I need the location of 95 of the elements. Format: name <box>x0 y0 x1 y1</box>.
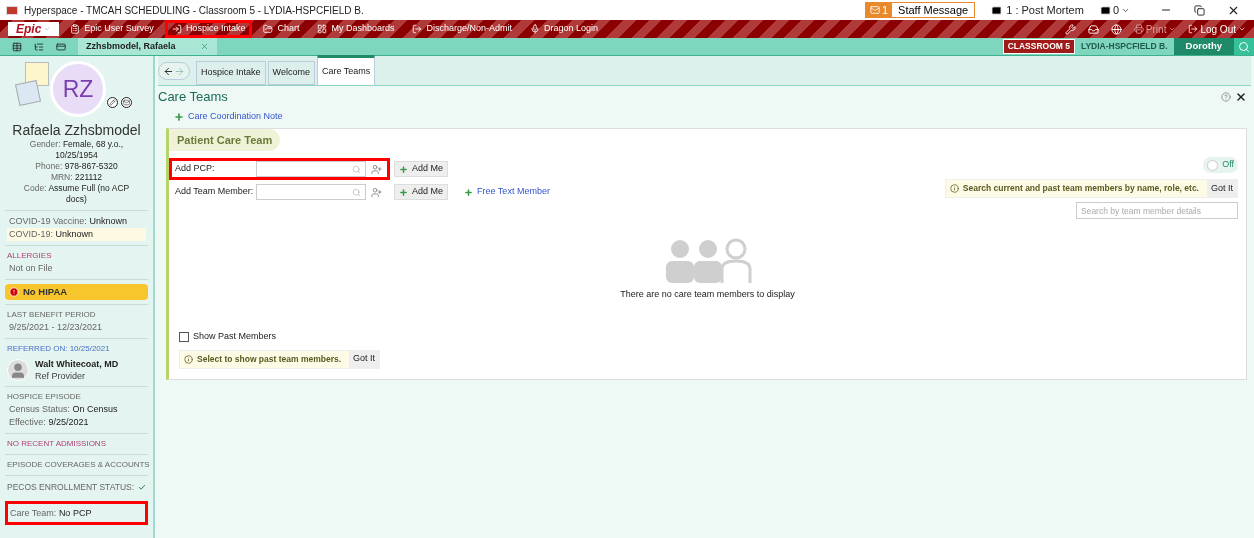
tip-text: Search current and past team members by name, role, etc. <box>949 182 1199 195</box>
enter-icon <box>171 24 182 34</box>
list-icon[interactable] <box>34 41 44 52</box>
message-dropdown[interactable]: 0 <box>1099 1 1130 19</box>
user-name: Dorothy <box>1173 38 1234 55</box>
table-icon[interactable] <box>12 41 22 52</box>
search-icon <box>352 187 361 197</box>
restore-icon[interactable] <box>1194 4 1205 16</box>
avatar-icon <box>7 359 29 381</box>
toolbar-button[interactable]: Discharge/Non-Admit <box>405 20 519 38</box>
window-title: Hyperspace - TMCAH SCHEDULING - Classroom 5 - LYDIA-HSPCFIELD B. <box>24 3 364 18</box>
wrench-icon[interactable] <box>1064 23 1076 35</box>
section-heading: LAST BENEFIT PERIOD <box>7 309 97 321</box>
warning-icon <box>9 287 19 297</box>
close-icon <box>199 42 209 51</box>
dashboard-icon <box>317 24 328 34</box>
caret-icon <box>1238 25 1246 33</box>
navigation-buttons[interactable] <box>158 62 190 80</box>
info-line: Not on File <box>8 262 54 275</box>
plus-icon <box>464 187 474 197</box>
caret-icon <box>43 25 52 33</box>
checkbox-label: Show Past Members <box>193 330 277 343</box>
printer-icon <box>1133 24 1144 34</box>
add-person-icon[interactable] <box>371 163 382 175</box>
provider-name: Walt Whitecoat, MD <box>35 358 119 370</box>
info-icon <box>184 354 193 364</box>
add-me-button[interactable]: Add Me <box>394 184 449 200</box>
plus-icon <box>174 111 184 122</box>
staff-message-button[interactable]: Staff Message <box>892 1 975 19</box>
provider-role: Ref Provider <box>35 370 87 382</box>
add-person-icon[interactable] <box>371 186 382 198</box>
activity-tab[interactable]: Hospice Intake <box>196 61 266 85</box>
search-icon <box>352 164 361 174</box>
folder-icon <box>263 24 274 34</box>
toolbar-button[interactable]: My Dashboards <box>310 20 402 38</box>
department-badge: CLASSROOM 5 <box>1002 39 1075 54</box>
team-member-search-field[interactable]: Search by team member details <box>1076 202 1238 219</box>
edit-icon[interactable] <box>107 97 118 108</box>
card-icon[interactable] <box>56 41 66 52</box>
info-line: Census Status: On Census <box>8 403 119 416</box>
logout-button[interactable]: Log Out <box>1188 21 1246 37</box>
toolbar-button[interactable]: Hospice Intake <box>164 20 253 38</box>
section-heading: NO RECENT ADMISSIONS <box>7 438 107 450</box>
epic-menu-button[interactable]: Epic <box>8 22 60 36</box>
activity-tab[interactable]: Care Teams <box>316 55 376 85</box>
exit-icon <box>1188 24 1199 34</box>
exit-icon <box>412 24 423 34</box>
activity-tab[interactable]: Welcome <box>267 61 315 85</box>
message-count: 1 <box>866 3 893 17</box>
empty-message: There are no care team members to display <box>620 288 795 301</box>
info-line: 9/25/2021 - 12/23/2021 <box>8 321 104 334</box>
patient-detail: Gender: Female, 68 y.o., 10/25/1954 <box>28 139 125 161</box>
globe-icon[interactable] <box>1110 23 1122 35</box>
field-label: Add PCP: <box>174 162 216 176</box>
caret-icon <box>1168 25 1177 33</box>
checkbox[interactable] <box>179 331 189 342</box>
free-text-member-link[interactable]: Free Text Member <box>464 185 550 199</box>
app-icon <box>6 5 18 15</box>
info-icon <box>949 184 959 193</box>
message-button[interactable]: 1 : Post Mortem <box>991 1 1084 19</box>
patient-name: Rafaela Zzhsbmodel <box>11 122 142 138</box>
provider-search-field[interactable] <box>256 184 366 200</box>
inbox-icon[interactable] <box>1087 23 1099 35</box>
patient-detail: MRN: 221112 <box>49 172 104 183</box>
patient-avatar: RZ <box>50 61 106 117</box>
status-label: PECOS ENROLLMENT STATUS: <box>7 481 135 494</box>
close-icon[interactable] <box>1235 91 1247 103</box>
page-title: Care Teams <box>158 88 229 107</box>
plus-icon <box>399 164 408 174</box>
patient-detail: Phone: 978-867-5320 <box>34 161 119 172</box>
got-it-button[interactable]: Got It <box>349 350 380 368</box>
field-label: Add Team Member: <box>174 185 255 199</box>
workspace-tab[interactable]: Zzhsbmodel, Rafaela <box>78 38 217 55</box>
care-team-status[interactable]: Care Team: No PCP <box>10 506 143 519</box>
plus-icon <box>399 187 408 197</box>
user-label: LYDIA-HSPCFIELD B. <box>1080 40 1169 53</box>
card-title: Patient Care Team <box>169 128 281 151</box>
patient-detail: Code: Assume Full (no ACP docs) <box>22 183 131 205</box>
got-it-button[interactable]: Got It <box>1207 180 1237 197</box>
provider-search-field[interactable] <box>256 161 366 177</box>
alert-banner: No HIPAA <box>5 284 148 300</box>
section-heading: REFERRED ON: 10/25/2021 <box>7 343 111 355</box>
section-heading: ALLERGIES <box>7 250 53 262</box>
toolbar-button[interactable]: Epic User Survey <box>63 20 161 38</box>
care-coordination-link[interactable]: Care Coordination Note <box>174 110 283 124</box>
section-heading: HOSPICE EPISODE <box>7 391 82 403</box>
tip-text: Select to show past team members. <box>184 352 342 366</box>
microphone-icon <box>530 24 540 34</box>
toolbar-button[interactable]: Dragon Login <box>523 20 606 38</box>
clipboard-icon <box>70 24 81 34</box>
add-me-button[interactable]: Add Me <box>394 161 449 177</box>
info-line: Effective: 9/25/2021 <box>8 416 90 429</box>
toolbar-button[interactable]: Chart <box>256 20 307 38</box>
info-line: COVID-19 Vaccine: Unknown <box>8 215 128 228</box>
toggle-switch[interactable]: Off <box>1203 157 1238 173</box>
